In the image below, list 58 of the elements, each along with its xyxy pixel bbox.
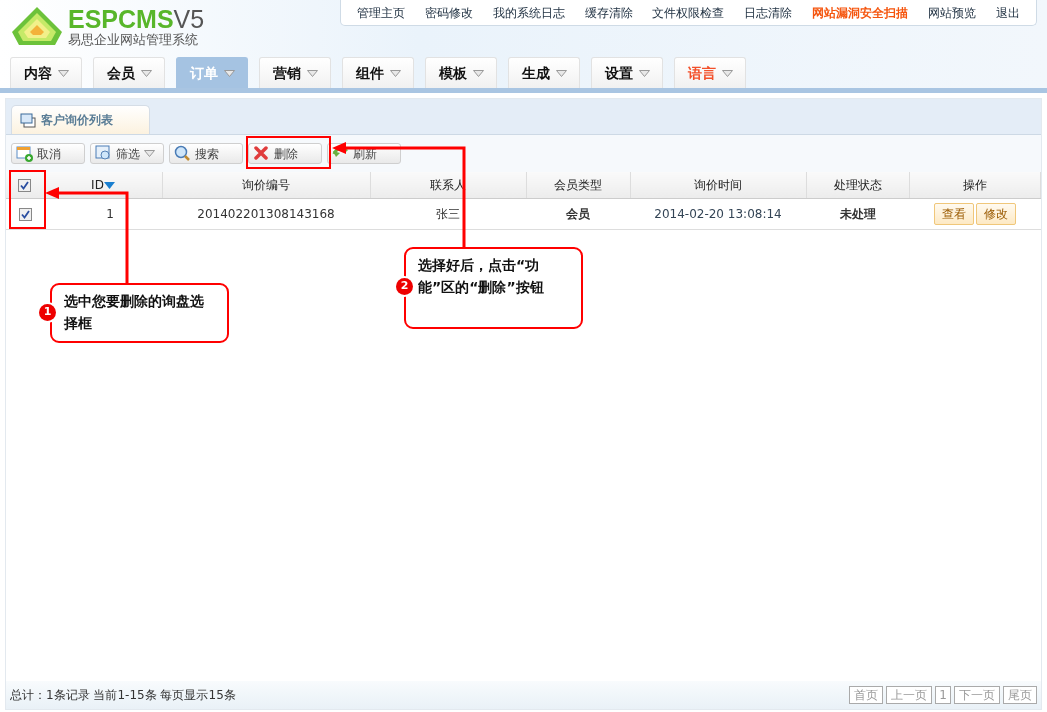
caret-icon — [140, 69, 152, 77]
caret-icon — [306, 69, 318, 77]
table-cell: 2014-02-20 13:08:14 — [654, 206, 782, 221]
search-icon — [174, 145, 191, 162]
toolbar-button[interactable]: 搜索 — [169, 143, 243, 164]
caret-icon — [144, 150, 155, 157]
view-button[interactable]: 查看 — [933, 202, 974, 225]
table-cell: 会员 — [566, 206, 590, 221]
calendar-add-icon — [16, 145, 33, 162]
column-header[interactable]: 询价时间 — [694, 177, 742, 192]
top-link[interactable]: 缓存清除 — [584, 3, 633, 22]
caret-icon — [472, 69, 484, 77]
table-cell: 未处理 — [839, 206, 876, 221]
sort-arrow-icon[interactable] — [103, 181, 115, 189]
edit-button[interactable]: 修改 — [975, 202, 1016, 225]
checkbox[interactable] — [18, 178, 32, 192]
delete-icon — [253, 145, 270, 162]
column-header[interactable]: 询价编号 — [242, 177, 290, 192]
nav-tab[interactable]: 生成 — [508, 57, 580, 88]
logo-icon — [10, 5, 64, 47]
panel-tab[interactable]: 客户询价列表 — [11, 105, 150, 134]
top-link[interactable]: 密码修改 — [424, 3, 473, 22]
step-badge: 1 — [39, 304, 56, 321]
window-icon — [20, 112, 36, 128]
column-header[interactable]: 操作 — [962, 177, 987, 192]
nav-tab[interactable]: 营销 — [259, 57, 331, 88]
caret-icon — [223, 69, 235, 77]
logo-text: ESPCMSV5 — [68, 5, 205, 32]
caret-icon — [721, 69, 733, 77]
window-magnifier-icon — [95, 145, 112, 162]
caret-icon — [555, 69, 567, 77]
toolbar-button[interactable]: 筛选 — [90, 143, 164, 164]
nav-tab[interactable]: 设置 — [591, 57, 663, 88]
caret-icon — [57, 69, 69, 77]
top-link[interactable]: 日志清除 — [744, 3, 793, 22]
step-badge: 2 — [396, 278, 413, 295]
nav-tab[interactable]: 内容 — [10, 57, 82, 88]
logo-subtitle: 易思企业网站管理系统 — [68, 31, 199, 47]
nav-tab[interactable]: 组件 — [342, 57, 414, 88]
top-link[interactable]: 管理主页 — [356, 3, 405, 22]
table-cell: 张三 — [436, 206, 460, 221]
highlight-frame — [9, 170, 46, 229]
checkbox[interactable] — [18, 207, 32, 221]
callout-text: 选中您要删除的询盘选择框 — [50, 283, 229, 343]
top-link[interactable]: 我的系统日志 — [492, 3, 565, 22]
caret-icon — [638, 69, 650, 77]
top-link[interactable]: 网站预览 — [928, 3, 977, 22]
column-header[interactable]: ID — [91, 177, 104, 192]
nav-tab[interactable]: 会员 — [93, 57, 165, 88]
record-summary: 总计：1条记录 当前1-15条 每页显示15条 — [10, 687, 236, 704]
table-cell: 201402201308143168 — [197, 206, 335, 221]
caret-icon — [389, 69, 401, 77]
table-cell: 1 — [106, 206, 114, 221]
toolbar-button[interactable]: 取消 — [11, 143, 85, 164]
toolbar-button[interactable]: 删除 — [248, 143, 322, 164]
top-link[interactable]: 文件权限检查 — [652, 3, 725, 22]
top-link[interactable]: 退出 — [995, 3, 1020, 22]
nav-tab[interactable]: 模板 — [425, 57, 497, 88]
